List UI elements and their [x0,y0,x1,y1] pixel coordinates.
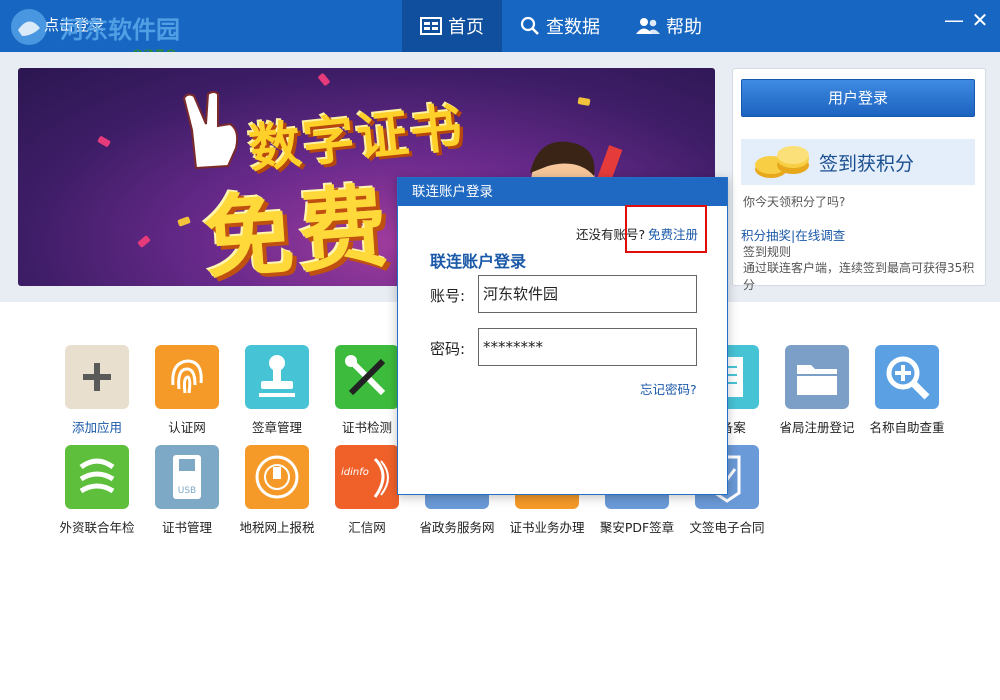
app-stamp[interactable]: 签章管理 [232,345,322,436]
watermark-name: 河东软件园 [60,15,180,44]
victory-hand-icon [182,91,239,170]
confetti [97,135,111,148]
app-label: 外资联合年检 [59,520,135,535]
swirl-icon [65,445,129,509]
confetti [317,72,331,87]
app-label: 证书业务办理 [509,520,585,535]
tab-help-label: 帮助 [666,17,702,38]
fingerprint-icon [155,345,219,409]
form-title: 联连账户登录 [430,252,527,271]
app-label: 认证网 [168,420,206,435]
app-label: 添加应用 [71,420,122,435]
app-label: 名称自助查重 [869,420,945,435]
account-login-dialog: 联连账户登录 还没有账号? 免费注册 联连账户登录 账号: 河东软件园 密码: … [397,177,728,495]
app-label: 签章管理 [251,420,302,435]
checkin-rules-link[interactable]: 签到规则 [743,243,791,260]
app-name-check[interactable]: 名称自助查重 [862,345,952,436]
svg-text:USB: USB [178,486,196,496]
checkin-rules-desc: 通过联连客户端，连续签到最高可获得35积分 [743,261,975,292]
checkin-card[interactable]: 签到获积分 [741,139,975,185]
tab-home[interactable]: 首页 [402,0,502,52]
checkin-title: 签到获积分 [819,153,915,175]
folder-icon [785,345,849,409]
highlight-box [625,205,707,253]
tab-home-label: 首页 [448,17,484,38]
app-label: 汇信网 [348,520,386,535]
app-label: 地税网上报税 [239,520,315,535]
account-input[interactable]: 河东软件园 [478,275,697,313]
app-cert-manage[interactable]: USB 证书管理 [142,445,232,536]
confetti [577,97,591,106]
confetti [137,234,151,249]
banner-subtitle: 免费 [200,174,396,286]
tab-help[interactable]: 帮助 [618,0,720,52]
coins-icon [755,146,809,178]
app-renzheng[interactable]: 认证网 [142,345,232,436]
checkin-question: 你今天领积分了吗? [743,195,846,209]
app-add[interactable]: 添加应用 [52,345,142,436]
app-label: 聚安PDF签章 [599,520,675,535]
users-icon [636,18,660,34]
app-province-register[interactable]: 省局注册登记 [772,345,862,436]
app-label: 省政务服务网 [419,520,495,535]
panel-links: 积分抽奖|在线调查 [741,225,845,244]
tax-emblem-icon [245,445,309,509]
confetti [177,216,191,227]
magnifier-icon [875,345,939,409]
stamp-icon [245,345,309,409]
app-label: 文签电子合同 [689,520,765,535]
usb-icon: USB [155,445,219,509]
dialog-title: 联连账户登录 [398,178,727,206]
close-button[interactable]: ✕ [968,8,992,32]
idinfo-icon: idinfo [335,445,399,509]
app-foreign-inspection[interactable]: 外资联合年检 [52,445,142,536]
tab-query-data[interactable]: 查数据 [502,0,618,52]
survey-link[interactable]: 在线调查 [795,228,845,243]
app-local-tax[interactable]: 地税网上报税 [232,445,322,536]
home-icon [420,17,442,35]
login-panel: 用户登录 签到获积分 你今天领积分了吗? 积分抽奖|在线调查 签到规则 通过联连… [732,68,986,292]
password-label: 密码: [430,340,466,358]
lottery-link[interactable]: 积分抽奖 [741,228,791,243]
app-label: 省局注册登记 [779,420,855,435]
tools-icon [335,345,399,409]
password-input[interactable]: ******** [478,328,697,366]
minimize-button[interactable]: — [942,8,966,32]
title-bar: 点击登录 河东软件园 首页 查数据 帮助 — ✕ [0,0,1000,52]
forgot-password-link[interactable]: 忘记密码? [640,379,697,398]
account-label: 账号: [430,287,466,305]
main-nav: 首页 查数据 帮助 [402,0,720,52]
plus-icon [65,345,129,409]
user-login-button[interactable]: 用户登录 [741,79,975,117]
search-icon [520,16,539,35]
app-label: 证书管理 [161,520,212,535]
tab-query-data-label: 查数据 [546,17,600,38]
